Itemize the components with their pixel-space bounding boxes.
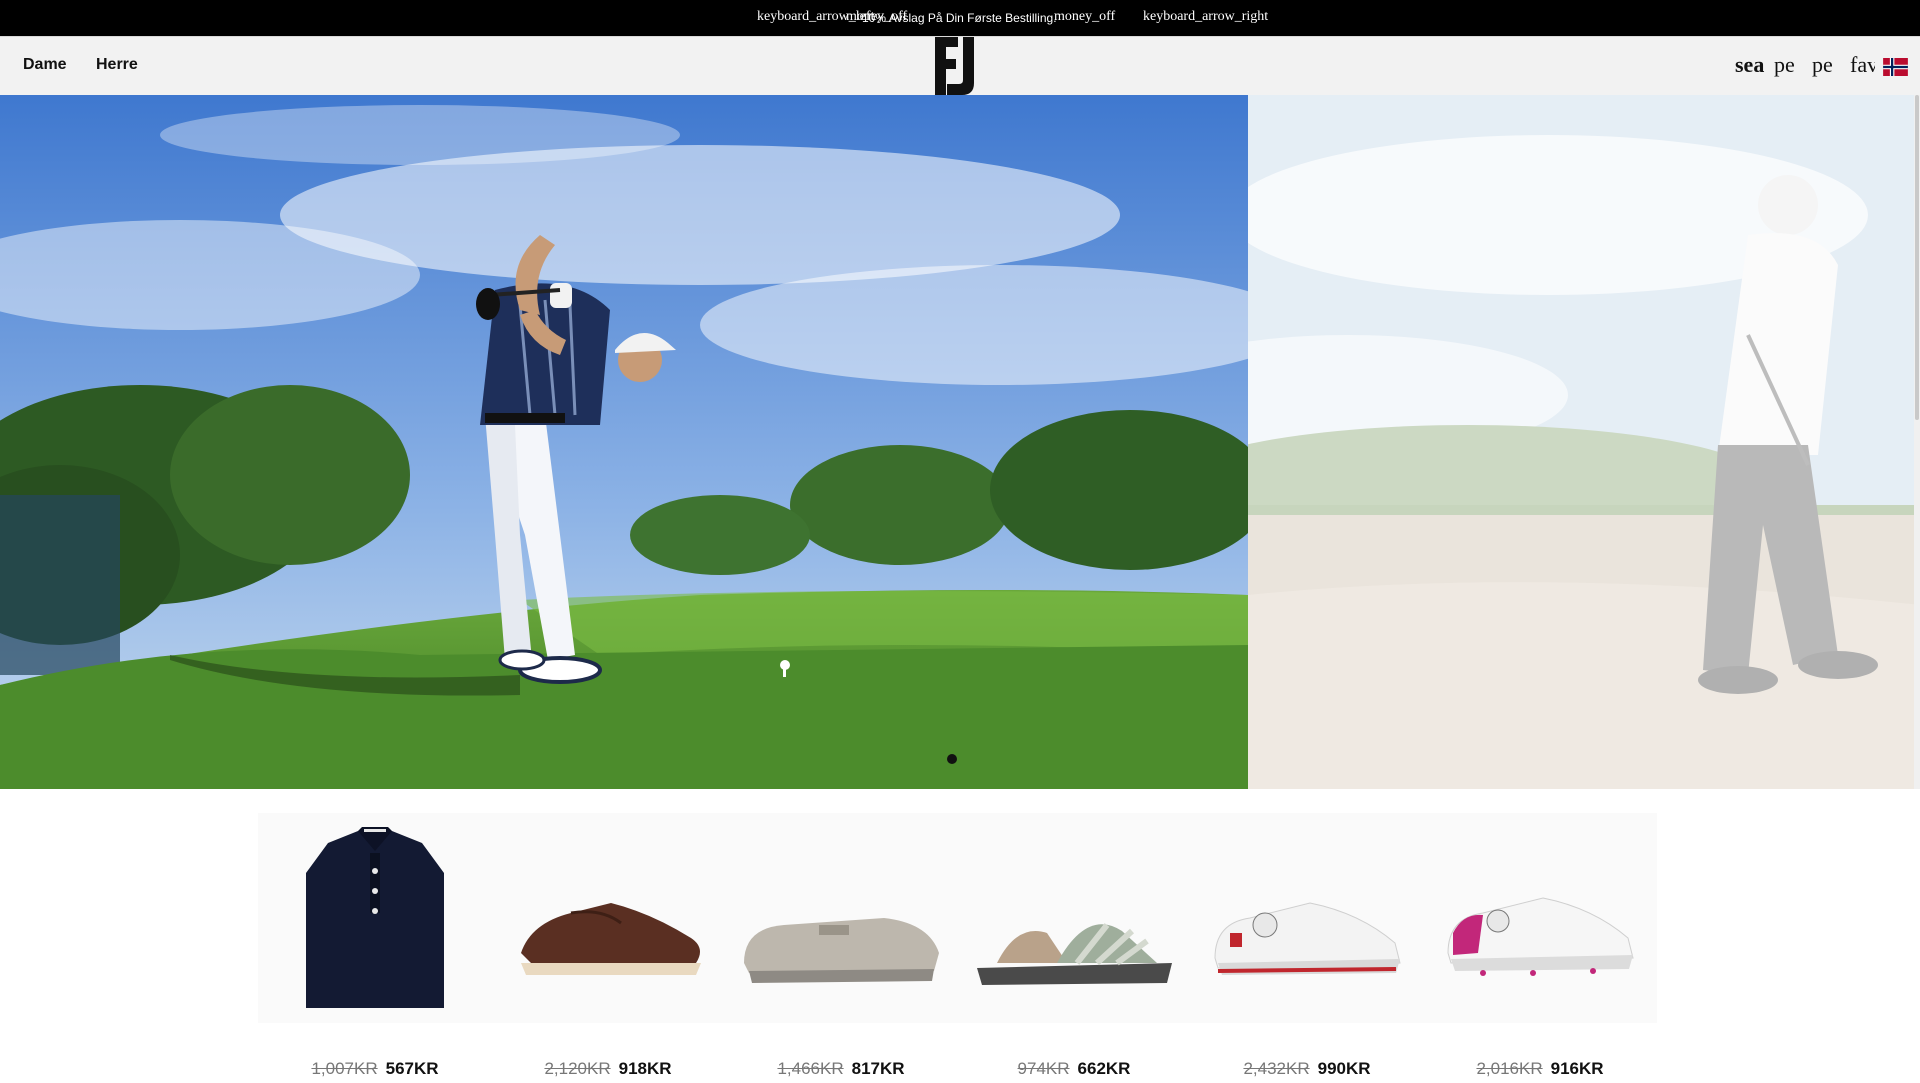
nav-herre[interactable]: Herre bbox=[96, 56, 138, 74]
original-price: 974KR bbox=[1017, 1059, 1070, 1078]
hero-carousel[interactable] bbox=[0, 95, 1920, 789]
sale-price: 918KR bbox=[618, 1059, 672, 1078]
carousel-dot-active[interactable] bbox=[947, 754, 957, 764]
account-icon-secondary[interactable]: pe bbox=[1812, 52, 1838, 78]
promo-bar: keyboard_arrow_left money_off 10% Avslag… bbox=[0, 0, 1920, 36]
original-price: 1,007KR bbox=[311, 1059, 378, 1078]
nav-dame[interactable]: Dame bbox=[23, 56, 67, 74]
sale-price: 567KR bbox=[385, 1059, 439, 1078]
product-image-white-red-shoe[interactable] bbox=[1190, 813, 1424, 1023]
site-header: Dame Herre sea pe pe fav bbox=[0, 37, 1920, 95]
product-card[interactable]: 1,007KR 567KR bbox=[258, 813, 492, 1083]
product-image-grey-slip-on[interactable] bbox=[724, 813, 958, 1023]
footjoy-logo[interactable] bbox=[933, 37, 985, 95]
hero-slide-bunker-shot[interactable] bbox=[1248, 95, 1920, 789]
product-image-sandal[interactable] bbox=[957, 813, 1191, 1023]
money-off-icon-right: money_off bbox=[1054, 9, 1116, 24]
product-price: 974KR 662KR bbox=[957, 1059, 1191, 1079]
original-price: 2,432KR bbox=[1243, 1059, 1310, 1078]
product-image-brown-shoe[interactable] bbox=[491, 813, 725, 1023]
product-price: 2,120KR 918KR bbox=[491, 1059, 725, 1079]
product-price: 1,007KR 567KR bbox=[258, 1059, 492, 1079]
sale-price: 662KR bbox=[1077, 1059, 1131, 1078]
product-card[interactable]: 2,120KR 918KR bbox=[491, 813, 725, 1083]
favorites-icon[interactable]: fav bbox=[1850, 52, 1875, 78]
sale-price: 990KR bbox=[1317, 1059, 1371, 1078]
product-row: 1,007KR 567KR 2,120KR 918KR 1,466KR 817KR bbox=[0, 789, 1920, 1080]
original-price: 2,120KR bbox=[544, 1059, 611, 1078]
hero-slide-golfer-swing[interactable] bbox=[0, 95, 1248, 789]
product-price: 1,466KR 817KR bbox=[724, 1059, 958, 1079]
sale-price: 817KR bbox=[851, 1059, 905, 1078]
original-price: 1,466KR bbox=[777, 1059, 844, 1078]
norway-flag-icon[interactable] bbox=[1882, 58, 1909, 76]
product-image-white-pink-shoe[interactable] bbox=[1423, 813, 1657, 1023]
sale-price: 916KR bbox=[1550, 1059, 1604, 1078]
product-price: 2,016KR 916KR bbox=[1423, 1059, 1657, 1079]
promo-message[interactable]: 10% Avslag På Din Første Bestilling. bbox=[862, 11, 1057, 25]
search-icon[interactable]: sea bbox=[1735, 52, 1771, 78]
product-card[interactable]: 2,432KR 990KR bbox=[1190, 813, 1424, 1083]
product-card[interactable]: 2,016KR 916KR bbox=[1423, 813, 1657, 1083]
hero-scrollbar-thumb[interactable] bbox=[1915, 95, 1919, 420]
original-price: 2,016KR bbox=[1476, 1059, 1543, 1078]
account-icon[interactable]: pe bbox=[1774, 52, 1800, 78]
promo-next-arrow[interactable]: keyboard_arrow_right bbox=[1143, 9, 1268, 25]
product-card[interactable]: 1,466KR 817KR bbox=[724, 813, 958, 1083]
product-image-polo[interactable] bbox=[258, 813, 492, 1023]
product-card[interactable]: 974KR 662KR bbox=[957, 813, 1191, 1083]
product-price: 2,432KR 990KR bbox=[1190, 1059, 1424, 1079]
